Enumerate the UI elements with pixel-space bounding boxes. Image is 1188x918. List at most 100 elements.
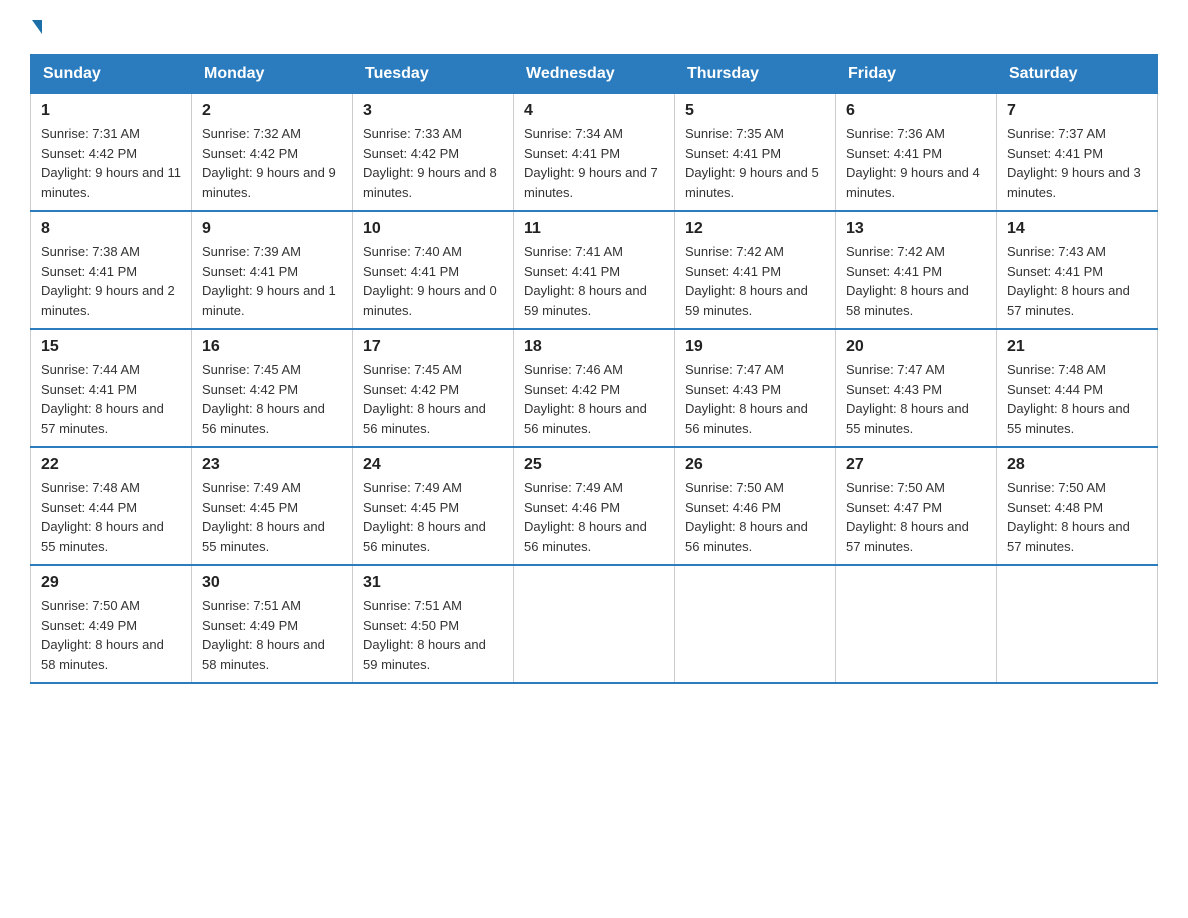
day-cell: 23 Sunrise: 7:49 AM Sunset: 4:45 PM Dayl… [192, 447, 353, 565]
day-cell: 26 Sunrise: 7:50 AM Sunset: 4:46 PM Dayl… [675, 447, 836, 565]
sun-info: Sunrise: 7:45 AM Sunset: 4:42 PM Dayligh… [363, 360, 503, 438]
day-number: 11 [524, 220, 664, 238]
calendar-body: 1 Sunrise: 7:31 AM Sunset: 4:42 PM Dayli… [31, 94, 1158, 684]
day-cell: 24 Sunrise: 7:49 AM Sunset: 4:45 PM Dayl… [353, 447, 514, 565]
sun-info: Sunrise: 7:36 AM Sunset: 4:41 PM Dayligh… [846, 124, 986, 202]
day-cell: 21 Sunrise: 7:48 AM Sunset: 4:44 PM Dayl… [997, 329, 1158, 447]
sun-info: Sunrise: 7:42 AM Sunset: 4:41 PM Dayligh… [685, 242, 825, 320]
sunset-label: Sunset: 4:41 PM [846, 264, 942, 279]
daylight-label: Daylight: 9 hours and 8 minutes. [363, 165, 497, 200]
day-number: 13 [846, 220, 986, 238]
day-cell: 10 Sunrise: 7:40 AM Sunset: 4:41 PM Dayl… [353, 211, 514, 329]
sunrise-label: Sunrise: 7:49 AM [363, 480, 462, 495]
day-cell: 8 Sunrise: 7:38 AM Sunset: 4:41 PM Dayli… [31, 211, 192, 329]
sunrise-label: Sunrise: 7:49 AM [202, 480, 301, 495]
daylight-label: Daylight: 8 hours and 58 minutes. [41, 637, 164, 672]
sunrise-label: Sunrise: 7:32 AM [202, 126, 301, 141]
day-cell: 15 Sunrise: 7:44 AM Sunset: 4:41 PM Dayl… [31, 329, 192, 447]
sunrise-label: Sunrise: 7:36 AM [846, 126, 945, 141]
daylight-label: Daylight: 9 hours and 9 minutes. [202, 165, 336, 200]
logo-triangle-icon [32, 20, 42, 34]
day-cell: 17 Sunrise: 7:45 AM Sunset: 4:42 PM Dayl… [353, 329, 514, 447]
day-cell [836, 565, 997, 683]
sun-info: Sunrise: 7:45 AM Sunset: 4:42 PM Dayligh… [202, 360, 342, 438]
day-number: 1 [41, 102, 181, 120]
sunrise-label: Sunrise: 7:43 AM [1007, 244, 1106, 259]
daylight-label: Daylight: 8 hours and 59 minutes. [524, 283, 647, 318]
sun-info: Sunrise: 7:40 AM Sunset: 4:41 PM Dayligh… [363, 242, 503, 320]
sun-info: Sunrise: 7:48 AM Sunset: 4:44 PM Dayligh… [41, 478, 181, 556]
header-thursday: Thursday [675, 55, 836, 94]
daylight-label: Daylight: 9 hours and 7 minutes. [524, 165, 658, 200]
week-row-4: 22 Sunrise: 7:48 AM Sunset: 4:44 PM Dayl… [31, 447, 1158, 565]
sunset-label: Sunset: 4:41 PM [363, 264, 459, 279]
day-cell: 9 Sunrise: 7:39 AM Sunset: 4:41 PM Dayli… [192, 211, 353, 329]
header-saturday: Saturday [997, 55, 1158, 94]
day-cell: 11 Sunrise: 7:41 AM Sunset: 4:41 PM Dayl… [514, 211, 675, 329]
daylight-label: Daylight: 8 hours and 59 minutes. [685, 283, 808, 318]
day-cell: 7 Sunrise: 7:37 AM Sunset: 4:41 PM Dayli… [997, 94, 1158, 212]
sunrise-label: Sunrise: 7:37 AM [1007, 126, 1106, 141]
daylight-label: Daylight: 8 hours and 55 minutes. [202, 519, 325, 554]
sun-info: Sunrise: 7:33 AM Sunset: 4:42 PM Dayligh… [363, 124, 503, 202]
header-friday: Friday [836, 55, 997, 94]
sunrise-label: Sunrise: 7:34 AM [524, 126, 623, 141]
sunset-label: Sunset: 4:42 PM [524, 382, 620, 397]
day-number: 5 [685, 102, 825, 120]
sun-info: Sunrise: 7:49 AM Sunset: 4:46 PM Dayligh… [524, 478, 664, 556]
sunset-label: Sunset: 4:41 PM [202, 264, 298, 279]
sunset-label: Sunset: 4:50 PM [363, 618, 459, 633]
day-number: 22 [41, 456, 181, 474]
week-row-1: 1 Sunrise: 7:31 AM Sunset: 4:42 PM Dayli… [31, 94, 1158, 212]
day-number: 28 [1007, 456, 1147, 474]
sunrise-label: Sunrise: 7:50 AM [1007, 480, 1106, 495]
sunrise-label: Sunrise: 7:40 AM [363, 244, 462, 259]
sun-info: Sunrise: 7:47 AM Sunset: 4:43 PM Dayligh… [685, 360, 825, 438]
day-number: 25 [524, 456, 664, 474]
header-wednesday: Wednesday [514, 55, 675, 94]
day-cell: 18 Sunrise: 7:46 AM Sunset: 4:42 PM Dayl… [514, 329, 675, 447]
sunrise-label: Sunrise: 7:45 AM [202, 362, 301, 377]
day-cell: 20 Sunrise: 7:47 AM Sunset: 4:43 PM Dayl… [836, 329, 997, 447]
sunset-label: Sunset: 4:41 PM [846, 146, 942, 161]
sunset-label: Sunset: 4:41 PM [685, 146, 781, 161]
day-cell: 5 Sunrise: 7:35 AM Sunset: 4:41 PM Dayli… [675, 94, 836, 212]
day-cell: 1 Sunrise: 7:31 AM Sunset: 4:42 PM Dayli… [31, 94, 192, 212]
day-cell: 4 Sunrise: 7:34 AM Sunset: 4:41 PM Dayli… [514, 94, 675, 212]
header-monday: Monday [192, 55, 353, 94]
daylight-label: Daylight: 8 hours and 58 minutes. [846, 283, 969, 318]
sun-info: Sunrise: 7:50 AM Sunset: 4:46 PM Dayligh… [685, 478, 825, 556]
sun-info: Sunrise: 7:51 AM Sunset: 4:50 PM Dayligh… [363, 596, 503, 674]
sunset-label: Sunset: 4:41 PM [41, 264, 137, 279]
day-cell: 22 Sunrise: 7:48 AM Sunset: 4:44 PM Dayl… [31, 447, 192, 565]
day-cell: 3 Sunrise: 7:33 AM Sunset: 4:42 PM Dayli… [353, 94, 514, 212]
sun-info: Sunrise: 7:47 AM Sunset: 4:43 PM Dayligh… [846, 360, 986, 438]
sun-info: Sunrise: 7:38 AM Sunset: 4:41 PM Dayligh… [41, 242, 181, 320]
sunset-label: Sunset: 4:42 PM [363, 382, 459, 397]
sunrise-label: Sunrise: 7:48 AM [1007, 362, 1106, 377]
sunset-label: Sunset: 4:41 PM [41, 382, 137, 397]
page-header [30, 20, 1158, 34]
sun-info: Sunrise: 7:49 AM Sunset: 4:45 PM Dayligh… [363, 478, 503, 556]
day-number: 9 [202, 220, 342, 238]
day-number: 26 [685, 456, 825, 474]
day-number: 20 [846, 338, 986, 356]
daylight-label: Daylight: 8 hours and 57 minutes. [1007, 283, 1130, 318]
sunset-label: Sunset: 4:42 PM [202, 146, 298, 161]
day-cell: 14 Sunrise: 7:43 AM Sunset: 4:41 PM Dayl… [997, 211, 1158, 329]
daylight-label: Daylight: 9 hours and 1 minute. [202, 283, 336, 318]
day-cell: 29 Sunrise: 7:50 AM Sunset: 4:49 PM Dayl… [31, 565, 192, 683]
day-number: 14 [1007, 220, 1147, 238]
header-row: SundayMondayTuesdayWednesdayThursdayFrid… [31, 55, 1158, 94]
sunset-label: Sunset: 4:45 PM [202, 500, 298, 515]
week-row-5: 29 Sunrise: 7:50 AM Sunset: 4:49 PM Dayl… [31, 565, 1158, 683]
daylight-label: Daylight: 9 hours and 3 minutes. [1007, 165, 1141, 200]
daylight-label: Daylight: 8 hours and 57 minutes. [1007, 519, 1130, 554]
daylight-label: Daylight: 8 hours and 57 minutes. [846, 519, 969, 554]
sunrise-label: Sunrise: 7:31 AM [41, 126, 140, 141]
daylight-label: Daylight: 8 hours and 56 minutes. [524, 401, 647, 436]
sunrise-label: Sunrise: 7:50 AM [41, 598, 140, 613]
daylight-label: Daylight: 8 hours and 55 minutes. [41, 519, 164, 554]
day-number: 18 [524, 338, 664, 356]
header-sunday: Sunday [31, 55, 192, 94]
